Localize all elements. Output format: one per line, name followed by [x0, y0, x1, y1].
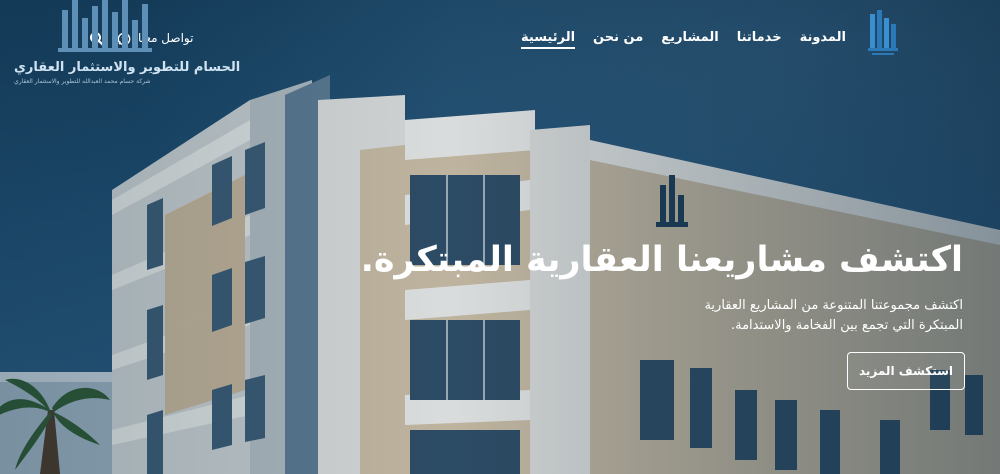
brand-tagline: شركة حسام محمد العبدالله للتطوير والاستث…: [14, 78, 151, 85]
explore-more-button[interactable]: استكشف المزيد: [847, 352, 965, 390]
hero-headline: اكتشف مشاريعنا العقارية المبتكرة.: [360, 240, 963, 280]
site-header: الرئيسية من نحن المشاريع خدماتنا المدونة…: [0, 0, 1000, 90]
nav-item-projects[interactable]: المشاريع: [661, 30, 718, 49]
nav-item-blog[interactable]: المدونة: [800, 30, 846, 49]
nav-item-about[interactable]: من نحن: [593, 30, 643, 49]
brand-logo-icon[interactable]: [10, 0, 210, 90]
site-logo-icon[interactable]: [866, 8, 900, 56]
hero-description: اكتشف مجموعتنا المتنوعة من المشاريع العق…: [704, 298, 963, 333]
brand-name: الحسام للتطوير والاستثمار العقاري: [14, 60, 241, 75]
nav-item-home[interactable]: الرئيسية: [521, 30, 576, 49]
main-nav: الرئيسية من نحن المشاريع خدماتنا المدونة: [521, 30, 846, 49]
nav-item-services[interactable]: خدماتنا: [737, 30, 782, 49]
